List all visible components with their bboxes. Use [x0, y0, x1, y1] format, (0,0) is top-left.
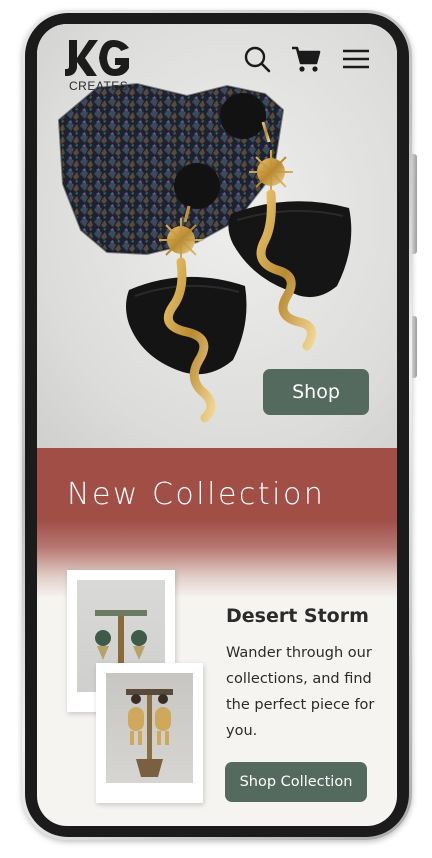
logo-mark-icon: [65, 40, 129, 76]
brand-logo[interactable]: CREATES: [63, 38, 133, 94]
shop-collection-button[interactable]: Shop Collection: [225, 762, 367, 802]
search-icon: [244, 46, 271, 73]
menu-button[interactable]: [341, 44, 371, 74]
phone-side-button: [412, 154, 417, 254]
screen: CREATES Shop New Collection Desert Storm…: [37, 24, 397, 826]
cart-icon: [292, 46, 321, 72]
search-button[interactable]: [242, 44, 272, 74]
cart-button[interactable]: [291, 44, 321, 74]
collection-description: Wander through our collections, and find…: [226, 645, 375, 739]
brand-tagline: CREATES: [69, 79, 129, 93]
earring-stand-image: [126, 689, 173, 777]
hero-section: CREATES Shop: [37, 24, 397, 448]
product-photo-2[interactable]: [96, 663, 203, 803]
shop-button[interactable]: Shop: [263, 369, 369, 415]
photo-frame: [106, 673, 193, 783]
phone-side-button: [412, 316, 417, 378]
collection-title: Desert Storm: [226, 605, 369, 627]
collection-heading: New Collection: [67, 477, 326, 512]
menu-icon: [343, 49, 369, 69]
